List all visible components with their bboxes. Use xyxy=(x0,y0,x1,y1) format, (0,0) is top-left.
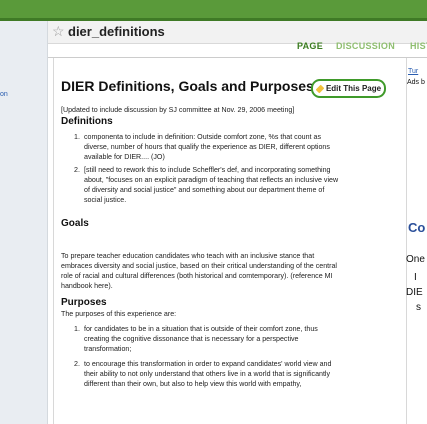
right-text: s xyxy=(416,302,421,313)
list-line: available for DIER.... (JO) xyxy=(84,153,165,161)
ads-label: Ads b xyxy=(407,79,425,86)
top-banner xyxy=(0,0,427,20)
list-number: 1. xyxy=(74,325,80,333)
right-heading: Co xyxy=(408,220,426,235)
goals-heading: Goals xyxy=(61,218,89,229)
list-line: for candidates to be in a situation that… xyxy=(84,325,318,333)
list-line: transformation; xyxy=(84,345,132,353)
list-line: to encourage this transformation in orde… xyxy=(84,360,332,368)
right-text: I xyxy=(414,272,417,283)
list-line: social justice. xyxy=(84,196,127,204)
list-item: 1. componenta to include in definition: … xyxy=(74,132,330,162)
edit-page-label: Edit This Page xyxy=(325,84,382,93)
article-title: DIER Definitions, Goals and Purposes xyxy=(61,78,314,94)
list-line: componenta to include in definition: Out… xyxy=(84,133,321,141)
left-sidebar: on xyxy=(0,21,48,424)
definitions-heading: Definitions xyxy=(61,116,113,127)
tab-page[interactable]: PAGE xyxy=(297,41,323,51)
tab-discussion[interactable]: DISCUSSION xyxy=(336,41,395,51)
list-line: [still need to rework this to include Sc… xyxy=(84,166,331,174)
list-line: about, "focuses on an explicit paradigm … xyxy=(84,176,339,184)
list-item: 1. for candidates to be in a situation t… xyxy=(74,324,318,354)
list-line: different than their own, but also to he… xyxy=(84,380,302,388)
list-item: 2. to encourage this transformation in o… xyxy=(74,359,332,389)
goals-line: embraces diversity and social justice, b… xyxy=(61,262,338,270)
goals-paragraph: To prepare teacher education candidates … xyxy=(61,251,337,291)
updated-note: [Updated to include discussion by SJ com… xyxy=(61,106,295,114)
right-text: One xyxy=(406,254,425,265)
list-number: 2. xyxy=(74,360,80,368)
star-icon[interactable]: ☆ xyxy=(52,23,65,39)
list-line: diverse, number of hours that qualify th… xyxy=(84,143,330,151)
list-number: 1. xyxy=(74,133,80,141)
purposes-heading: Purposes xyxy=(61,297,107,308)
left-sidebar-link[interactable]: on xyxy=(0,91,8,98)
tab-history[interactable]: HISTO xyxy=(410,41,427,51)
list-line: of diversity and social justice" and som… xyxy=(84,186,325,194)
article-content: DIER Definitions, Goals and Purposes Edi… xyxy=(53,58,407,424)
pencil-icon xyxy=(315,84,325,94)
list-line: their ability to not only understand tha… xyxy=(84,370,331,378)
right-link[interactable]: Tur xyxy=(408,68,418,75)
right-text: DIE xyxy=(406,287,423,298)
goals-line: To prepare teacher education candidates … xyxy=(61,252,315,260)
goals-line: handbook here). xyxy=(61,282,113,290)
edit-page-button[interactable]: Edit This Page xyxy=(311,79,386,98)
list-item: 2. [still need to rework this to include… xyxy=(74,165,339,205)
goals-line: role of racial and cultural differences … xyxy=(61,272,333,280)
page-name: dier_definitions xyxy=(68,24,165,39)
list-line: creating the cognitive dissonance that i… xyxy=(84,335,299,343)
list-number: 2. xyxy=(74,166,80,174)
right-sidebar: Tur Ads b Co One I DIE s xyxy=(406,58,427,424)
purposes-intro: The purposes of this experience are: xyxy=(61,310,177,318)
